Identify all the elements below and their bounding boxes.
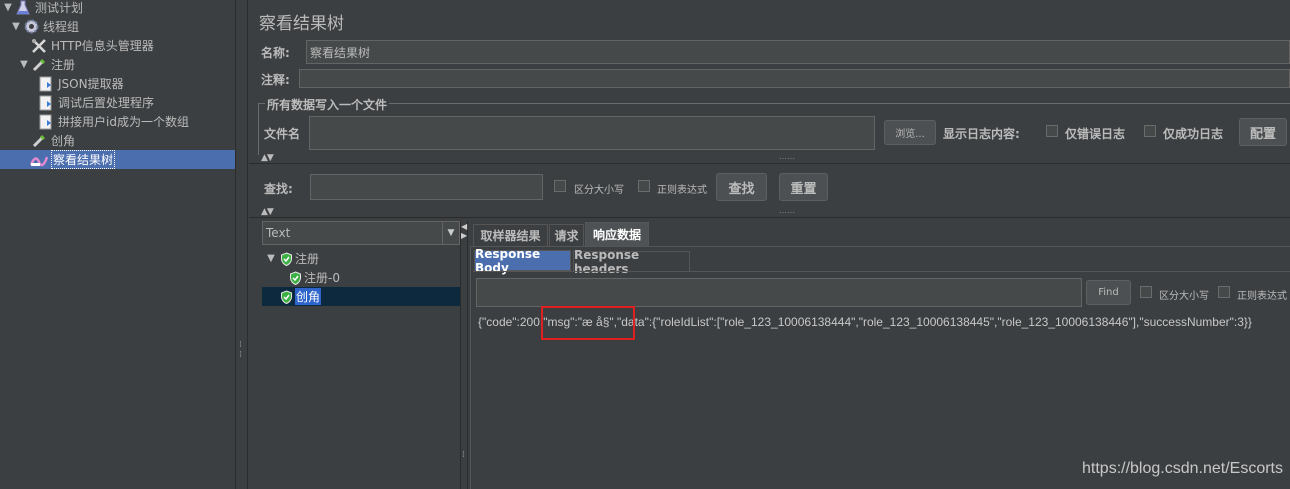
- response-search-input[interactable]: [476, 278, 1082, 307]
- search-input[interactable]: [310, 174, 543, 200]
- tree-item-thread-group[interactable]: ▼ 线程组: [10, 17, 79, 36]
- response-find-button[interactable]: Find: [1086, 280, 1131, 305]
- tree-item-test-plan[interactable]: ▼ 测试计划: [2, 0, 83, 17]
- success-only-label: 仅成功日志: [1163, 127, 1224, 141]
- errors-only-checkbox[interactable]: [1046, 125, 1058, 137]
- regex-label: 正则表达式: [657, 185, 707, 196]
- tree-item-http-header-manager[interactable]: HTTP信息头管理器: [30, 36, 154, 55]
- tree-item-concat-user-ids[interactable]: 拼接用户id成为一个数组: [37, 112, 189, 131]
- highlight-box: [541, 306, 635, 340]
- divider-grip-icon[interactable]: ⋯⋯: [779, 208, 795, 217]
- collapse-arrows-icon[interactable]: ▲▼: [261, 207, 274, 217]
- divider: [473, 271, 1290, 272]
- case-sensitive-checkbox[interactable]: [554, 180, 566, 192]
- document-icon: [37, 75, 55, 93]
- result-item-register[interactable]: ▼ 注册: [265, 249, 319, 268]
- renderer-select-value: Text: [266, 226, 291, 240]
- tab-response-data[interactable]: 响应数据: [585, 222, 649, 246]
- listener-icon: [30, 151, 48, 169]
- gear-icon: [22, 18, 40, 36]
- watermark: https://blog.csdn.net/Escorts: [1082, 460, 1283, 477]
- expand-arrow-icon[interactable]: ▼: [2, 2, 14, 13]
- sample-results-tree: ▼ 注册 注册-0 创角: [262, 247, 460, 489]
- tree-item-view-results-tree[interactable]: 察看结果树: [0, 150, 235, 169]
- find-button[interactable]: 查找: [716, 173, 767, 201]
- success-only-checkbox[interactable]: [1144, 125, 1156, 137]
- results-splitter[interactable]: [460, 221, 468, 489]
- divider: [249, 163, 1290, 164]
- filename-label: 文件名: [264, 127, 301, 141]
- response-regex-checkbox[interactable]: [1218, 286, 1230, 298]
- result-item-register-0[interactable]: 注册-0: [286, 268, 340, 287]
- view-results-tree-panel: 察看结果树 名称: 察看结果树 注释: 所有数据写入一个文件 文件名 浏览...…: [249, 0, 1290, 489]
- browse-button[interactable]: 浏览...: [884, 120, 936, 145]
- renderer-select[interactable]: Text: [262, 221, 460, 245]
- tree-item-create-role[interactable]: 创角: [30, 131, 75, 150]
- expand-arrow-icon[interactable]: ▼: [18, 59, 30, 70]
- success-shield-icon: [286, 270, 304, 285]
- collapse-arrows-icon[interactable]: ◀ ▶: [461, 222, 467, 240]
- tree-item-register[interactable]: ▼ 注册: [18, 55, 75, 74]
- tree-item-json-extractor[interactable]: JSON提取器: [37, 74, 124, 93]
- success-shield-icon: [277, 251, 295, 266]
- pipette-icon: [30, 132, 48, 150]
- splitter-grip-icon: ⁞ ⁞: [239, 340, 242, 360]
- divider-grip-icon[interactable]: ⋯⋯: [779, 154, 795, 163]
- document-icon: [37, 94, 55, 112]
- divider: [249, 217, 1290, 218]
- pipette-icon: [30, 56, 48, 74]
- collapse-arrows-icon[interactable]: ▲▼: [261, 153, 274, 163]
- tab-request[interactable]: 请求: [549, 224, 584, 246]
- result-item-create-role[interactable]: 创角: [262, 287, 460, 306]
- expand-arrow-icon[interactable]: ▼: [265, 253, 277, 264]
- subtab-response-headers[interactable]: Response headers: [573, 248, 690, 276]
- response-regex-label: 正则表达式: [1237, 291, 1287, 302]
- comment-field[interactable]: [299, 69, 1290, 88]
- configure-button[interactable]: 配置: [1239, 118, 1287, 146]
- name-field[interactable]: 察看结果树: [306, 40, 1290, 64]
- expand-arrow-icon[interactable]: ▼: [10, 21, 22, 32]
- case-sensitive-label: 区分大小写: [574, 185, 624, 196]
- document-icon: [37, 113, 55, 131]
- name-label: 名称:: [261, 46, 290, 60]
- success-shield-icon: [277, 289, 295, 304]
- tools-icon: [30, 37, 48, 55]
- subtab-response-body[interactable]: Response Body: [474, 247, 571, 275]
- response-case-label: 区分大小写: [1159, 291, 1209, 302]
- tree-item-debug-postprocessor[interactable]: 调试后置处理程序: [37, 93, 154, 112]
- chevron-down-icon[interactable]: ▼: [442, 222, 459, 244]
- regex-checkbox[interactable]: [638, 180, 650, 192]
- panel-title: 察看结果树: [259, 14, 344, 34]
- reset-button[interactable]: 重置: [779, 173, 828, 201]
- tree-splitter[interactable]: ⁞ ⁞: [236, 0, 248, 489]
- splitter-grip-icon[interactable]: ⁞: [462, 450, 465, 460]
- tab-sampler-result[interactable]: 取样器结果: [473, 224, 548, 246]
- response-case-checkbox[interactable]: [1140, 286, 1152, 298]
- file-group-title: 所有数据写入一个文件: [265, 96, 390, 113]
- test-plan-tree[interactable]: ▼ 测试计划 ▼ 线程组 HTTP信息头管理器 ▼ 注册 JSON提取器 调试后…: [0, 0, 236, 489]
- log-content-label: 显示日志内容:: [943, 127, 1020, 141]
- errors-only-label: 仅错误日志: [1065, 127, 1126, 141]
- flask-icon: [14, 0, 32, 17]
- comment-label: 注释:: [261, 73, 290, 87]
- filename-field[interactable]: [309, 116, 875, 150]
- search-label: 查找:: [264, 182, 293, 196]
